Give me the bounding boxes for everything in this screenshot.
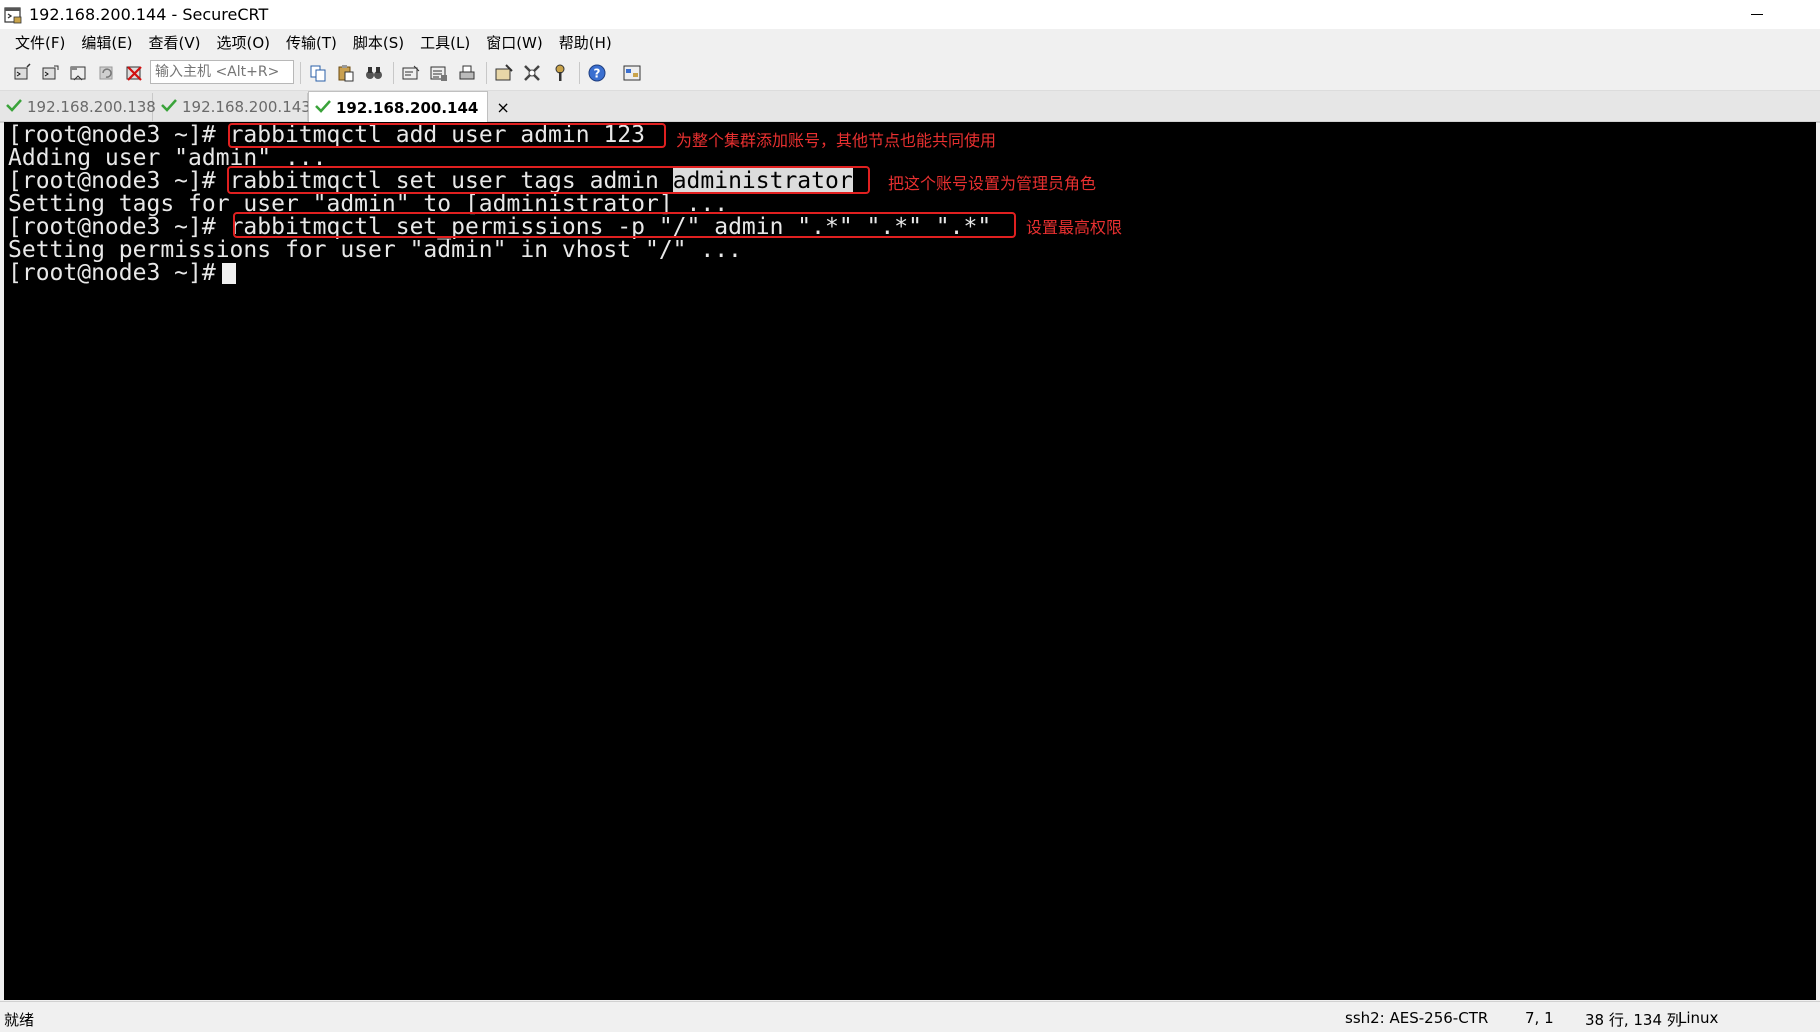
annotation-note: 为整个集群添加账号，其他节点也能共同使用	[676, 131, 997, 150]
menu-edit[interactable]: 编辑(E)	[81, 30, 132, 55]
terminal-line: [root@node3 ~]#	[8, 262, 236, 285]
check-icon	[6, 98, 22, 116]
paste-icon[interactable]	[334, 61, 358, 85]
copy-icon[interactable]	[306, 61, 330, 85]
toolbar-separator	[486, 62, 487, 84]
connect-in-tab-icon[interactable]	[66, 61, 90, 85]
help-icon[interactable]: ?	[585, 61, 609, 85]
status-os: Linux	[1678, 1009, 1719, 1027]
find-icon[interactable]	[362, 61, 386, 85]
toolbar-separator	[579, 62, 580, 84]
securecrt-app-icon	[3, 5, 23, 25]
annotation-note: 把这个账号设置为管理员角色	[888, 174, 1097, 193]
disconnect-icon[interactable]	[122, 61, 146, 85]
terminal-line: Setting permissions for user "admin" in …	[8, 237, 742, 263]
session-options-icon[interactable]	[492, 61, 516, 85]
menu-options[interactable]: 选项(O)	[217, 30, 271, 55]
menu-view[interactable]: 查看(V)	[149, 30, 201, 55]
annotation-note: 设置最高权限	[1026, 218, 1123, 237]
tab-label: 192.168.200.138	[27, 98, 156, 116]
menu-help[interactable]: 帮助(H)	[559, 30, 612, 55]
session-tab-bar: 192.168.200.138 192.168.200.143 192.168.…	[0, 91, 1820, 123]
menu-tools[interactable]: 工具(L)	[420, 30, 470, 55]
connect-icon[interactable]	[10, 61, 34, 85]
tab-session-138[interactable]: 192.168.200.138	[0, 93, 156, 121]
menu-bar: 文件(F) 编辑(E) 查看(V) 选项(O) 传输(T) 脚本(S) 工具(L…	[0, 29, 1820, 56]
svg-text:?: ?	[594, 67, 601, 81]
check-icon	[161, 98, 177, 116]
global-options-icon[interactable]	[520, 61, 544, 85]
terminal-cursor	[221, 263, 236, 284]
quick-connect-icon[interactable]	[38, 61, 62, 85]
toolbar-separator	[300, 62, 301, 84]
tab-session-144[interactable]: 192.168.200.144 ×	[308, 91, 510, 123]
log-session-icon[interactable]	[427, 61, 451, 85]
menu-script[interactable]: 脚本(S)	[353, 30, 404, 55]
title-bar: 192.168.200.144 - SecureCRT	[0, 0, 1820, 29]
toolbar: ?	[0, 56, 1820, 91]
sftp-icon[interactable]	[620, 61, 644, 85]
window-title: 192.168.200.144 - SecureCRT	[29, 5, 269, 24]
annotation-box	[227, 166, 870, 194]
toolbar-separator	[393, 62, 394, 84]
menu-window[interactable]: 窗口(W)	[486, 30, 543, 55]
close-tab-icon[interactable]: ×	[496, 98, 509, 117]
tab-label: 192.168.200.143	[182, 98, 311, 116]
tab-label: 192.168.200.144	[336, 98, 479, 117]
tab-session-143[interactable]: 192.168.200.143	[155, 93, 311, 121]
status-ready: 就绪	[4, 1011, 35, 1029]
menu-file[interactable]: 文件(F)	[15, 30, 65, 55]
status-encryption: ssh2: AES-256-CTR	[1345, 1009, 1489, 1027]
reconnect-icon[interactable]	[94, 61, 118, 85]
status-bar: 就绪 ssh2: AES-256-CTR 7, 1 38 行, 134 列 Li…	[0, 1001, 1820, 1032]
check-icon	[315, 99, 331, 117]
send-chat-icon[interactable]	[399, 61, 423, 85]
annotation-box	[233, 212, 1016, 238]
status-cursor-position: 7, 1	[1525, 1009, 1554, 1027]
annotation-box	[228, 123, 666, 148]
quick-connect-input[interactable]	[150, 60, 294, 84]
minimize-button[interactable]	[1734, 0, 1780, 29]
terminal-area[interactable]: [root@node3 ~]# rabbitmqctl add_user adm…	[4, 122, 1816, 1000]
print-icon[interactable]	[455, 61, 479, 85]
status-terminal-size: 38 行, 134 列	[1585, 1011, 1682, 1029]
menu-transfer[interactable]: 传输(T)	[286, 30, 337, 55]
keymap-icon[interactable]	[548, 61, 572, 85]
